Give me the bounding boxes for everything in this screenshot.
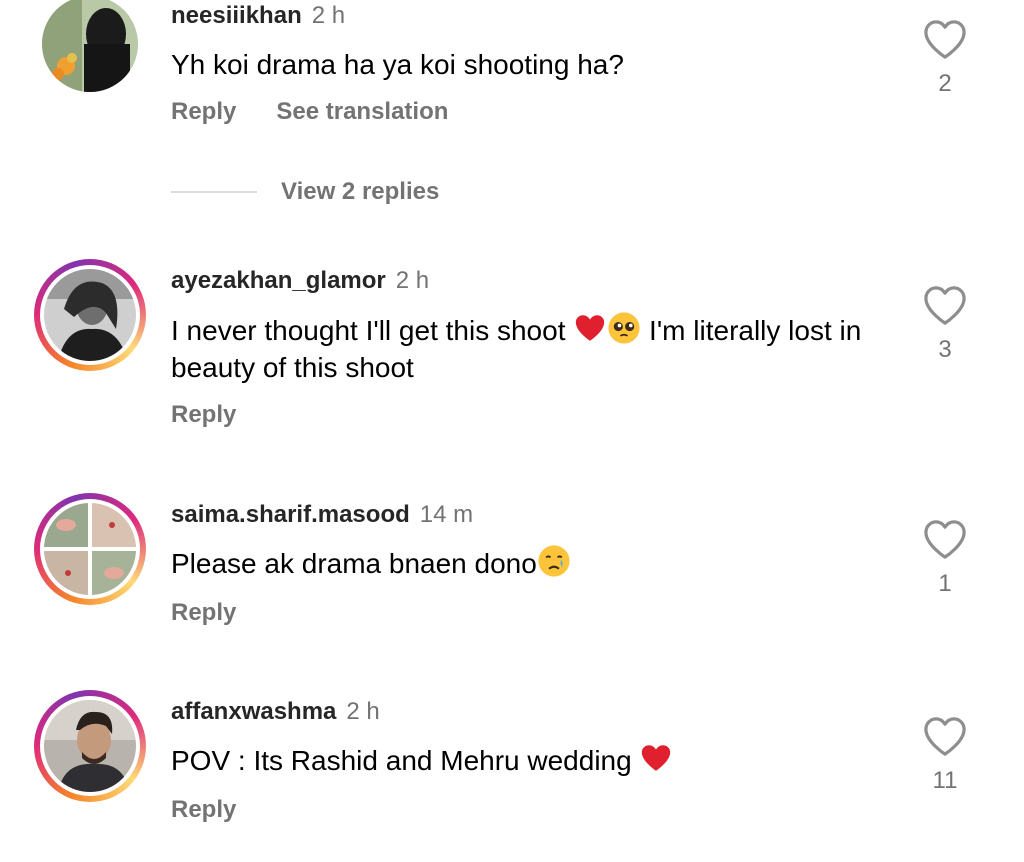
comment-text: POV : Its Rashid and Mehru wedding [171, 741, 891, 779]
view-replies[interactable]: View 2 replies [171, 178, 439, 214]
heart-outline-icon[interactable] [922, 715, 968, 757]
replies-divider [171, 191, 257, 193]
avatar[interactable] [34, 493, 146, 605]
comment-text-part: Please ak drama bnaen dono [171, 548, 537, 579]
username[interactable]: saima.sharif.masood [171, 501, 410, 528]
comment-actions: Reply [171, 401, 236, 429]
comment-text: Please ak drama bnaen dono [171, 544, 891, 582]
avatar[interactable] [34, 259, 146, 371]
like-count: 2 [938, 70, 952, 97]
reply-button[interactable]: Reply [171, 796, 236, 823]
username[interactable]: ayezakhan_glamor [171, 267, 386, 294]
avatar-photo [44, 503, 136, 595]
avatar-photo [44, 700, 136, 792]
reply-button[interactable]: Reply [171, 401, 236, 428]
heart-outline-icon[interactable] [922, 518, 968, 560]
like-control: 11 [922, 715, 968, 795]
like-control: 1 [922, 518, 968, 598]
reply-button[interactable]: Reply [171, 599, 236, 626]
comment-meta: affanxwashma 2 h [171, 698, 380, 726]
timestamp: 14 m [419, 501, 474, 528]
reply-button[interactable]: Reply [171, 98, 236, 125]
comment-actions: Reply [171, 599, 236, 627]
timestamp: 2 h [395, 267, 430, 294]
like-control: 2 [922, 18, 968, 98]
comment-text-part: I never thought I'll get this shoot [171, 315, 574, 346]
avatar-photo [44, 269, 136, 361]
like-control: 3 [922, 284, 968, 364]
red-heart-emoji [639, 741, 673, 775]
timestamp: 2 h [346, 698, 380, 725]
like-count: 3 [938, 336, 952, 363]
heart-outline-icon[interactable] [922, 284, 968, 326]
comment-meta: saima.sharif.masood 14 m [171, 501, 473, 529]
view-replies-label: View 2 replies [281, 178, 440, 205]
avatar[interactable] [34, 0, 146, 100]
comment-text: I never thought I'll get this shoot I'm … [171, 311, 891, 386]
comment-text-part: POV : Its Rashid and Mehru wedding [171, 745, 640, 776]
pleading-face-emoji [607, 311, 641, 345]
avatar-photo [42, 0, 138, 92]
comment-text: Yh koi drama ha ya koi shooting ha? [171, 49, 624, 80]
comment-meta: neesiiikhan 2 h [171, 2, 345, 30]
avatar[interactable] [34, 690, 146, 802]
like-count: 11 [932, 767, 958, 794]
like-count: 1 [938, 570, 952, 597]
comment-actions: Reply [171, 796, 236, 824]
comment-actions: Reply See translation [171, 98, 448, 126]
crying-face-emoji [537, 544, 571, 578]
heart-outline-icon[interactable] [922, 18, 968, 60]
red-heart-emoji [573, 311, 607, 345]
comment-meta: ayezakhan_glamor 2 h [171, 267, 429, 295]
see-translation-button[interactable]: See translation [276, 98, 448, 125]
username[interactable]: affanxwashma [171, 698, 336, 725]
timestamp: 2 h [311, 2, 346, 29]
username[interactable]: neesiiikhan [171, 2, 302, 29]
